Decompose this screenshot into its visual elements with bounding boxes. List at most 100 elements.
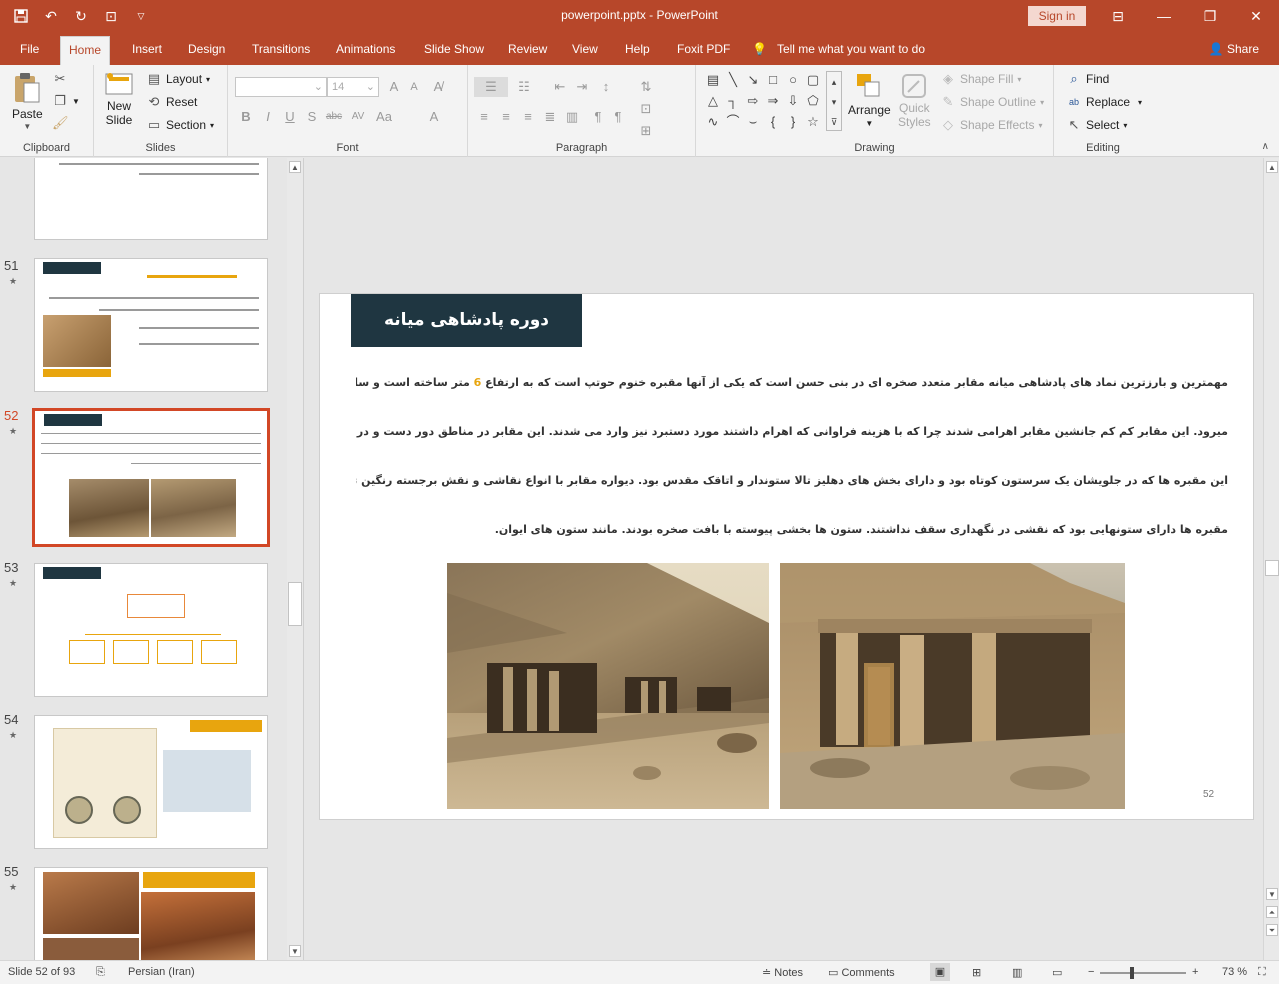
arrow-shape-icon[interactable]: ↘ <box>744 71 762 89</box>
collapse-ribbon-icon[interactable]: ∧ <box>1262 141 1269 152</box>
slide-thumbnail[interactable] <box>34 715 268 849</box>
zoom-slider-thumb[interactable] <box>1130 967 1134 979</box>
quick-styles-button[interactable]: Quick Styles <box>898 71 931 129</box>
tomb-entrance-photo-right[interactable] <box>780 563 1125 809</box>
zoom-out-icon[interactable]: − <box>1088 966 1094 978</box>
sign-in-button[interactable]: Sign in <box>1028 6 1086 26</box>
copy-button[interactable]: ❐ ▼ <box>52 93 80 109</box>
zoom-in-icon[interactable]: + <box>1192 966 1198 978</box>
flowchart-shape-icon[interactable]: ⬠ <box>804 92 822 110</box>
slide-body-line-4[interactable]: مقبره ها دارای ستونهایی بود که نقشی در ن… <box>356 523 1228 536</box>
tab-animations[interactable]: Animations <box>328 36 403 65</box>
rectangle-shape-icon[interactable]: □ <box>764 71 782 89</box>
italic-button[interactable]: I <box>258 107 278 127</box>
align-text-button[interactable]: ⊡ <box>636 99 656 119</box>
ltr-button[interactable]: ¶ <box>608 107 628 127</box>
rounded-rectangle-shape-icon[interactable]: ▢ <box>804 71 822 89</box>
arrange-button[interactable]: Arrange ▼ <box>848 71 891 128</box>
replace-button[interactable]: ab Replace ▾ <box>1066 94 1142 110</box>
increase-indent-button[interactable]: ⇥ <box>572 77 592 97</box>
select-button[interactable]: ↖ Select ▾ <box>1066 117 1128 133</box>
down-arrow-shape-icon[interactable]: ⇩ <box>784 92 802 110</box>
text-direction-button[interactable]: ⇅ <box>636 77 656 97</box>
line-spacing-button[interactable]: ↕ <box>596 77 616 97</box>
section-button[interactable]: ▭ Section ▾ <box>146 117 214 133</box>
tab-insert[interactable]: Insert <box>124 36 170 65</box>
bold-button[interactable]: B <box>236 107 256 127</box>
zoom-slider[interactable] <box>1100 967 1186 979</box>
close-icon[interactable]: ✕ <box>1233 0 1279 32</box>
redo-icon[interactable]: ↻ <box>68 6 94 26</box>
tab-design[interactable]: Design <box>180 36 233 65</box>
slide-show-view-icon[interactable]: ▭ <box>1052 966 1062 979</box>
increase-font-size-button[interactable]: A <box>384 77 404 97</box>
zoom-level[interactable]: 73 % <box>1222 966 1247 978</box>
character-spacing-button[interactable]: AV <box>348 107 368 127</box>
cut-button[interactable]: ✂ <box>52 71 68 87</box>
font-size-combo[interactable]: 14 ⌄ <box>327 77 379 97</box>
tab-foxit-pdf[interactable]: Foxit PDF <box>669 36 738 65</box>
scrollbar-thumb[interactable] <box>1265 560 1279 576</box>
slide-thumbnail[interactable] <box>34 258 268 392</box>
right-arrow-shape-icon[interactable]: ⇨ <box>744 92 762 110</box>
decrease-font-size-button[interactable]: A <box>404 77 424 97</box>
customize-toolbar-icon[interactable]: ▽ <box>128 6 154 26</box>
previous-slide-icon[interactable]: ⏶ <box>1266 906 1278 918</box>
oval-shape-icon[interactable]: ○ <box>784 71 802 89</box>
freeform-shape-icon[interactable]: ∿ <box>704 113 722 131</box>
save-icon[interactable] <box>8 6 34 26</box>
scroll-up-arrow-icon[interactable]: ▲ <box>289 161 301 173</box>
find-button[interactable]: ⌕ Find <box>1066 71 1109 87</box>
format-painter-button[interactable]: 🖌 <box>52 115 69 131</box>
convert-to-smartart-button[interactable]: ⊞ <box>636 121 656 141</box>
minimize-icon[interactable]: — <box>1141 0 1187 32</box>
shape-outline-button[interactable]: ✎ Shape Outline ▾ <box>940 94 1045 110</box>
curve-shape-icon[interactable]: ⌣ <box>744 113 762 131</box>
bullets-button[interactable]: ☰ <box>474 77 508 97</box>
font-name-combo[interactable]: ⌄ <box>235 77 327 97</box>
slide-body-line-3[interactable]: این مقبره ها که در جلویشان یک سرستون کوت… <box>356 474 1228 487</box>
right-block-arrow-shape-icon[interactable]: ⇒ <box>764 92 782 110</box>
justify-button[interactable]: ≣ <box>540 107 560 127</box>
change-case-button[interactable]: Aa <box>374 107 394 127</box>
scrollbar-thumb[interactable] <box>288 582 302 626</box>
reset-button[interactable]: ⟲ Reset <box>146 94 198 110</box>
textbox-shape-icon[interactable]: ▤ <box>704 71 722 89</box>
star-shape-icon[interactable]: ☆ <box>804 113 822 131</box>
tab-help[interactable]: Help <box>617 36 658 65</box>
paste-button[interactable]: Paste ▼ <box>12 71 43 131</box>
numbering-button[interactable]: ☷ <box>514 77 534 97</box>
undo-icon[interactable]: ↶ <box>38 6 64 26</box>
elbow-connector-shape-icon[interactable]: ┐ <box>724 92 742 110</box>
scroll-up-arrow-icon[interactable]: ▲ <box>1266 161 1278 173</box>
rock-cut-tombs-photo-left[interactable] <box>447 563 769 809</box>
layout-button[interactable]: ▤ Layout ▾ <box>146 71 210 87</box>
present-from-start-icon[interactable]: ⊡ <box>98 6 124 26</box>
underline-button[interactable]: U <box>280 107 300 127</box>
shape-effects-button[interactable]: ◇ Shape Effects ▾ <box>940 117 1043 133</box>
scroll-down-arrow-icon[interactable]: ▼ <box>289 945 301 957</box>
thumbnail-scrollbar[interactable]: ▲ ▼ <box>287 158 303 960</box>
shape-fill-button[interactable]: ◈ Shape Fill ▾ <box>940 71 1021 87</box>
notes-button[interactable]: ≐ Notes <box>762 966 803 979</box>
strikethrough-button[interactable]: abc <box>324 107 344 127</box>
scroll-down-arrow-icon[interactable]: ▼ <box>1266 888 1278 900</box>
tab-view[interactable]: View <box>564 36 606 65</box>
slide-scrollbar[interactable]: ▲ ▼ ⏶ ⏷ <box>1263 158 1279 960</box>
slide-thumbnail[interactable] <box>34 158 268 240</box>
restore-icon[interactable]: ❐ <box>1187 0 1233 32</box>
current-slide[interactable]: دوره پادشاهی میانه مهمترین و بارزترین نم… <box>319 293 1254 820</box>
slide-counter[interactable]: Slide 52 of 93 <box>8 966 75 978</box>
normal-view-icon[interactable]: ▣ <box>930 963 950 981</box>
shapes-gallery[interactable]: ▤ ╲ ↘ □ ○ ▢ △ ┐ ⇨ ⇒ ⇩ ⬠ ∿ ⌒ ⌣ { } ☆ ▴ ▾ ⊽ <box>704 71 844 135</box>
text-shadow-button[interactable]: S <box>302 107 322 127</box>
align-left-button[interactable]: ≡ <box>474 107 494 127</box>
align-center-button[interactable]: ≡ <box>496 107 516 127</box>
fit-slide-icon[interactable]: ⛶ <box>1258 966 1266 979</box>
decrease-indent-button[interactable]: ⇤ <box>550 77 570 97</box>
columns-button[interactable]: ▥ <box>562 107 582 127</box>
tab-home[interactable]: Home <box>60 36 111 65</box>
tab-file[interactable]: File <box>12 36 47 65</box>
tab-review[interactable]: Review <box>500 36 555 65</box>
spelling-icon[interactable]: ⎘ <box>96 966 105 979</box>
